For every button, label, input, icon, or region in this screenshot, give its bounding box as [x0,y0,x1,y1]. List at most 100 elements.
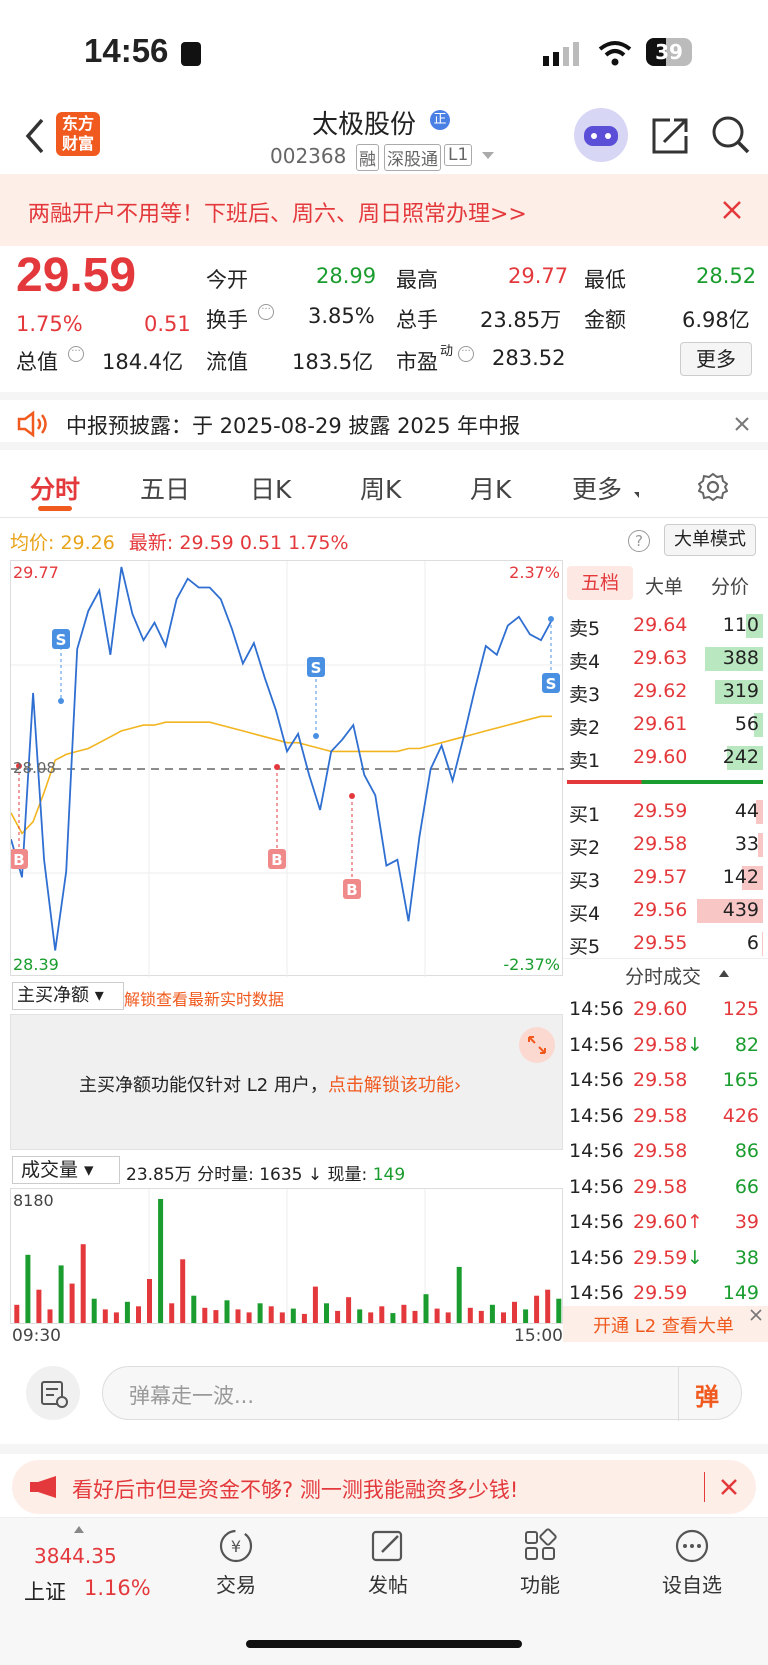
more-button[interactable]: 更多 [680,342,752,376]
chart-grid [11,561,564,977]
stock-header: 东方 财富 太极股份 正 002368 融 深股通 L1 [0,100,768,174]
promo-text[interactable]: 两融开户不用等！下班后、周六、周日照常办理>> [28,196,527,228]
battery-icon: 39 [646,38,692,66]
l2-upsell-text[interactable]: 开通 L2 查看大单 [593,1312,734,1338]
close-icon[interactable] [722,200,742,220]
tab-price-dist[interactable]: 分价 [711,572,749,599]
volume-select[interactable]: 成交量 ▾ [12,1156,120,1184]
info-icon[interactable]: ··· [68,346,84,362]
l2-upsell[interactable]: 开通 L2 查看大单 [563,1306,768,1342]
ask-row[interactable]: 卖1 29.60 242 [563,742,763,774]
bid-row[interactable]: 买1 29.59 44 [563,796,763,828]
volume-bar [224,1300,230,1323]
nav-add-watchlist[interactable]: 设自选 [654,1528,730,1598]
tab-monthly-k[interactable]: 月K [470,470,511,506]
nav-trade-label: 交易 [216,1573,256,1597]
price-chart-svg[interactable]: S S S B B B [11,561,564,977]
tab-daily-k[interactable]: 日K [250,470,291,506]
level-label: 卖1 [569,750,601,772]
expand-icon[interactable] [519,1027,555,1063]
trades-title[interactable]: 分时成交 [625,962,701,989]
share-icon[interactable] [650,116,690,156]
tab-five-level[interactable]: 五档 [567,566,633,600]
svg-text:S: S [546,675,557,693]
bid-ask-divider [567,780,763,784]
ask-row[interactable]: 卖5 29.64 110 [563,610,763,642]
trade-volume: 86 [734,1140,759,1162]
unlock-feature-link[interactable]: 点击解锁该功能 [328,1075,454,1096]
big-order-mode-button[interactable]: 大单模式 [664,524,756,556]
bid-row[interactable]: 买3 29.57 142 [563,862,763,894]
nav-post[interactable]: 发帖 [358,1528,418,1598]
sell-marker[interactable]: S [52,629,70,704]
level-volume: 110 [722,614,759,636]
unlock-link[interactable]: 解锁查看最新实时数据 [124,986,284,1010]
volume-bar [423,1294,429,1323]
promo-banner[interactable]: 两融开户不用等！下班后、周六、周日照常办理>> [0,174,768,246]
level-label: 卖2 [569,717,601,739]
buy-marker[interactable]: B [343,793,361,899]
close-icon[interactable] [734,416,750,432]
trade-price: 29.59 [633,1282,688,1304]
notice-bar[interactable]: 中报预披露：于 2025-08-29 披露 2025 年中报 [0,392,768,450]
trade-row: 14:56 29.60 ↑ 39 [563,1207,763,1239]
help-icon[interactable]: ? [628,530,650,552]
tab-intraday[interactable]: 分时 [30,470,80,506]
volume-bar [191,1295,197,1323]
buy-marker[interactable]: B [268,764,286,869]
tab-five-day[interactable]: 五日 [140,470,190,506]
level-volume: 388 [722,647,759,669]
nav-trade[interactable]: ¥ 交易 [206,1528,266,1598]
trade-row: 14:56 29.58 165 [563,1065,763,1097]
open-label: 今开 [206,268,248,292]
info-icon[interactable]: ··· [258,304,274,320]
tab-weekly-k[interactable]: 周K [360,470,401,506]
bid-row[interactable]: 买4 29.56 439 [563,895,763,927]
volume-bar [346,1297,352,1323]
volume-bar [478,1310,484,1323]
sell-marker[interactable]: S [542,616,560,693]
intraday-chart[interactable]: S S S B B B 29.77 28.39 2.37% -2.37% 28.… [10,560,564,977]
bid-row[interactable]: 买2 29.58 33 [563,829,763,861]
volume-bar [213,1310,219,1323]
trade-price: 29.60 [633,1211,688,1233]
ask-row[interactable]: 卖3 29.62 319 [563,676,763,708]
caret-up-icon [74,1526,84,1533]
danmu-send-button[interactable]: 弹 [695,1377,719,1412]
level-label: 卖5 [569,618,601,640]
tag-connect: 深股通 [384,144,441,171]
back-icon[interactable] [24,118,46,154]
tab-more[interactable]: 更多 [572,470,622,506]
nav-functions[interactable]: 功能 [510,1528,570,1598]
volume-bar [58,1265,64,1323]
notice-text[interactable]: 中报预披露：于 2025-08-29 披露 2025 年中报 [66,410,520,440]
speaker-icon [17,410,47,438]
robot-avatar-icon[interactable] [574,108,628,162]
volume-bar [257,1303,263,1323]
financing-ad[interactable]: 看好后市但是资金不够? 测一测我能融资多少钱! [12,1460,756,1514]
tab-big-order[interactable]: 大单 [645,572,683,599]
search-icon[interactable] [710,114,752,156]
danmu-input[interactable]: 弹幕走一波... 弹 [102,1366,742,1421]
sell-marker[interactable]: S [307,657,325,739]
note-icon[interactable] [26,1366,80,1420]
volume-bar [36,1289,42,1323]
stock-name: 太极股份 [312,110,417,140]
chevron-right-icon: › [453,1075,462,1096]
last-label: 最新: [128,532,174,554]
trade-icon: ¥ [219,1529,253,1563]
volume-chart[interactable]: 8180 [10,1188,563,1325]
chart-tabs: 分时 五日 日K 周K 月K 更多 [0,456,768,518]
bid-row[interactable]: 买5 29.55 6 [563,928,763,960]
index-widget[interactable]: 3844.35 上证 1.16% [16,1526,156,1606]
info-icon[interactable]: ··· [458,346,474,362]
ask-row[interactable]: 卖4 29.63 388 [563,643,763,675]
caret-down-icon[interactable] [482,152,494,159]
net-flow-select[interactable]: 主买净额 ▾ [12,982,124,1010]
close-icon[interactable] [720,1478,738,1496]
gear-icon[interactable] [698,472,728,502]
ask-row[interactable]: 卖2 29.61 56 [563,709,763,741]
volume-max-label: 8180 [13,1191,54,1210]
ad-text[interactable]: 看好后市但是资金不够? 测一测我能融资多少钱! [72,1474,518,1504]
close-icon[interactable] [749,1308,763,1322]
